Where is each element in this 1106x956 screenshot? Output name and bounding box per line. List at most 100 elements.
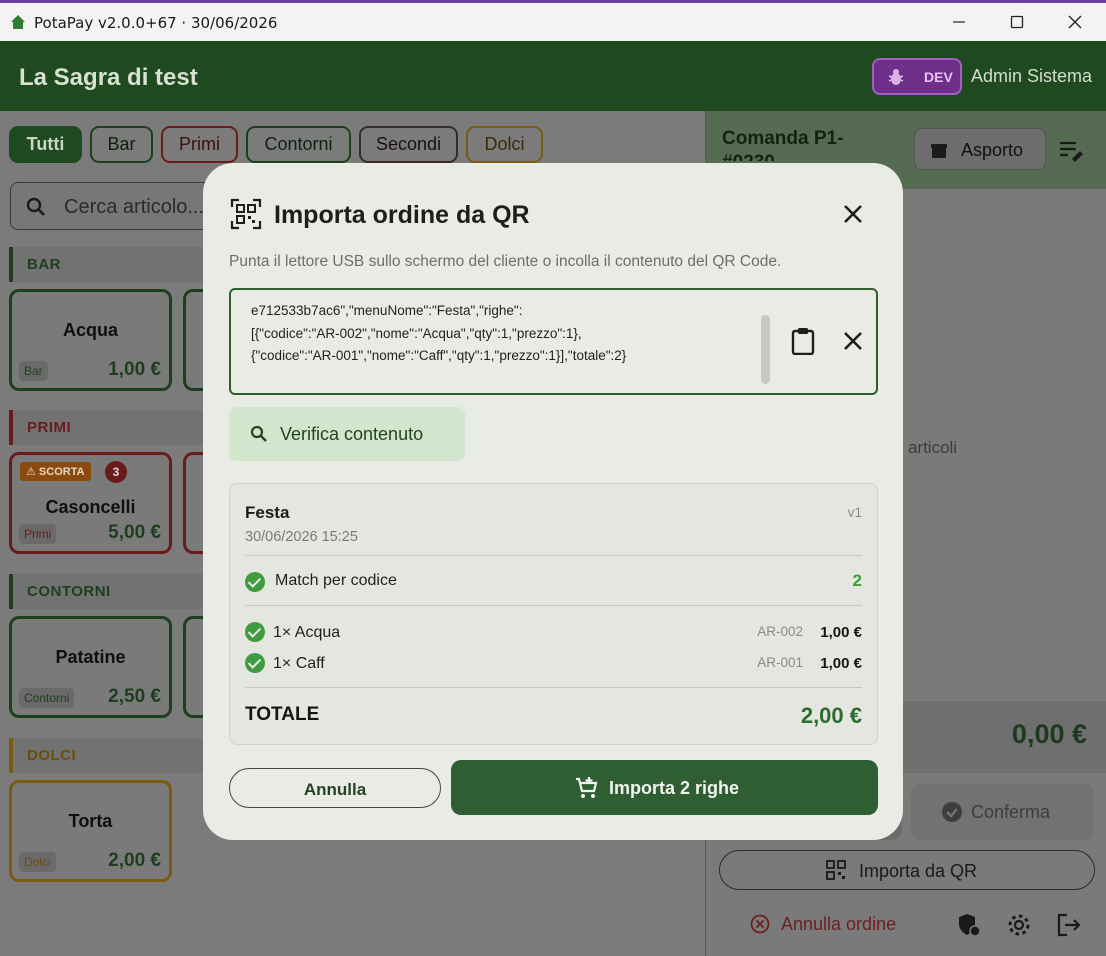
category-chip-secondi[interactable]: Secondi: [359, 126, 458, 163]
add-to-cart-icon: [576, 777, 598, 798]
divider: [245, 555, 862, 556]
section-label: CONTORNI: [27, 583, 111, 600]
order-title: Comanda P1-#0230: [722, 128, 844, 161]
import-qr-dialog: Importa ordine da QR Punta il lettore US…: [203, 163, 903, 840]
order-datetime: 30/06/2026 15:25: [245, 529, 358, 545]
search-placeholder: Cerca articolo...: [64, 196, 205, 218]
import-qr-button[interactable]: Importa da QR: [719, 850, 1095, 890]
section-label: BAR: [27, 256, 61, 273]
window-titlebar: PotaPay v2.0.0+67 · 30/06/2026: [0, 0, 1106, 41]
product-card-patatine[interactable]: Patatine Contorni 2,50 €: [9, 616, 172, 718]
verify-content-button[interactable]: Verifica contenuto: [229, 407, 465, 461]
product-price: 1,00 €: [108, 359, 161, 380]
section-label: DOLCI: [27, 747, 77, 764]
qr-content-line: e712533b7ac6","menuNome":"Festa","righe"…: [251, 303, 523, 318]
section-header-dolci: DOLCI: [9, 738, 229, 773]
product-card-casoncelli[interactable]: ⚠ SCORTA 3 Casoncelli Primi 5,00 €: [9, 452, 172, 554]
close-icon[interactable]: [842, 203, 864, 225]
divider: [245, 605, 862, 606]
preview-row-price: 1,00 €: [820, 655, 862, 672]
product-price: 2,00 €: [108, 850, 161, 871]
bug-icon: [888, 69, 904, 85]
check-circle-icon: [245, 653, 265, 673]
asporto-label: Asporto: [961, 140, 1024, 160]
asporto-button[interactable]: Asporto: [914, 128, 1046, 170]
window-title: PotaPay v2.0.0+67 · 30/06/2026: [34, 14, 278, 32]
logout-icon[interactable]: [1056, 912, 1082, 938]
product-name: Patatine: [55, 647, 126, 667]
category-chip-primi[interactable]: Primi: [161, 126, 238, 163]
category-chip-dolci[interactable]: Dolci: [466, 126, 543, 163]
qr-code-icon: [826, 860, 846, 880]
shield-user-icon[interactable]: [956, 912, 982, 938]
product-price: 2,50 €: [108, 686, 161, 707]
menu-version: v1: [847, 505, 862, 520]
dialog-subtitle: Punta il lettore USB sullo schermo del c…: [229, 253, 782, 270]
category-chip-contorni[interactable]: Contorni: [246, 126, 351, 163]
total-value: 2,00 €: [800, 703, 862, 728]
search-icon: [250, 425, 267, 442]
event-name: La Sagra di test: [19, 64, 198, 91]
preview-row-price: 1,00 €: [820, 624, 862, 641]
preview-row-label: 1× Caff: [273, 655, 325, 672]
window-close-button[interactable]: [1046, 3, 1104, 41]
product-card-acqua[interactable]: Acqua Bar 1,00 €: [9, 289, 172, 391]
qr-scan-icon: [230, 198, 262, 230]
product-card-partial[interactable]: [183, 616, 203, 718]
preview-row-label: 1× Acqua: [273, 624, 341, 641]
preview-row-code: AR-002: [757, 624, 803, 639]
qr-content-textarea[interactable]: e712533b7ac6","menuNome":"Festa","righe"…: [229, 288, 878, 395]
dialog-title: Importa ordine da QR: [274, 201, 530, 229]
product-card-partial[interactable]: [183, 452, 203, 554]
product-name: Casoncelli: [45, 497, 136, 517]
minimize-button[interactable]: [930, 3, 988, 41]
qr-content-line: {"codice":"AR-001","nome":"Caff","qty":1…: [251, 348, 627, 363]
match-label: Match per codice: [275, 572, 397, 589]
preview-row-code: AR-001: [757, 655, 803, 670]
category-chip-bar[interactable]: Bar: [90, 126, 153, 163]
textarea-scrollbar[interactable]: [761, 315, 770, 384]
product-tag: Contorni: [19, 688, 75, 708]
product-tag: Primi: [19, 524, 57, 544]
product-card-torta[interactable]: Torta Dolci 2,00 €: [9, 780, 172, 882]
product-price: 5,00 €: [108, 522, 161, 543]
import-rows-label: Importa 2 righe: [609, 778, 740, 798]
import-qr-label: Importa da QR: [859, 861, 978, 881]
check-circle-icon: [245, 622, 265, 642]
settings-icon[interactable]: [1006, 912, 1032, 938]
stock-count-badge: 3: [105, 461, 127, 483]
check-circle-icon: [942, 802, 962, 822]
stock-warning-badge: ⚠ SCORTA: [20, 462, 91, 481]
product-name: Torta: [68, 811, 113, 831]
search-icon: [26, 197, 45, 216]
maximize-icon: [1010, 15, 1024, 29]
section-header-contorni: CONTORNI: [9, 574, 229, 609]
confirm-button[interactable]: Conferma: [911, 784, 1094, 840]
takeaway-icon: [931, 144, 947, 158]
product-tag: Bar: [19, 361, 48, 381]
paste-icon[interactable]: [790, 327, 816, 355]
close-icon: [1068, 15, 1082, 29]
product-card-partial[interactable]: [183, 289, 203, 391]
category-chip-tutti[interactable]: Tutti: [9, 126, 82, 163]
menu-name: Festa: [245, 503, 290, 522]
import-rows-button[interactable]: Importa 2 righe: [451, 760, 878, 815]
cancel-button[interactable]: Annulla: [229, 768, 441, 808]
order-total: 0,00 €: [1011, 719, 1087, 749]
notes-icon[interactable]: [1058, 139, 1084, 163]
confirm-label: Conferma: [971, 802, 1051, 822]
env-badge: DEV: [872, 58, 962, 95]
cancel-label: Annulla: [303, 780, 367, 799]
cancel-circle-icon: [750, 914, 770, 934]
maximize-button[interactable]: [988, 3, 1046, 41]
product-tag: Dolci: [19, 852, 56, 872]
product-name: Acqua: [62, 320, 118, 340]
section-label: PRIMI: [27, 419, 72, 436]
section-header-primi: PRIMI: [9, 410, 229, 445]
verify-label: Verifica contenuto: [280, 424, 424, 444]
cancel-order-button[interactable]: Annulla ordine: [781, 914, 896, 935]
clear-icon[interactable]: [843, 331, 863, 351]
divider: [245, 687, 862, 688]
minimize-icon: [953, 21, 965, 23]
user-name[interactable]: Admin Sistema: [971, 66, 1092, 87]
